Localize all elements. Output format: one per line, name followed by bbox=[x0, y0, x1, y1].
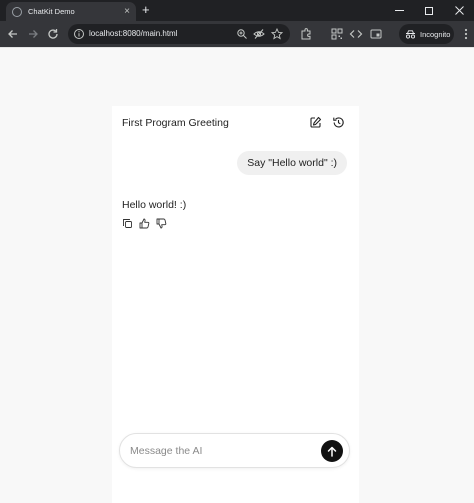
assistant-message-text: Hello world! :) bbox=[122, 199, 187, 211]
user-message: Say "Hello world" :) bbox=[237, 151, 347, 175]
tab-close-icon[interactable]: × bbox=[124, 6, 130, 17]
close-window-button[interactable] bbox=[444, 0, 474, 21]
send-button[interactable] bbox=[321, 440, 343, 462]
thumbs-up-icon[interactable] bbox=[139, 218, 150, 229]
browser-tab[interactable]: ChatKit Demo × bbox=[6, 2, 136, 21]
compose-icon[interactable] bbox=[309, 116, 322, 129]
browser-tab-strip: ChatKit Demo × + bbox=[0, 0, 474, 21]
url-text: localhost:8080/main.html bbox=[89, 29, 178, 38]
message-actions bbox=[122, 218, 167, 229]
page-viewport: First Program Greeting Say "Hello world"… bbox=[0, 47, 474, 503]
code-brackets-icon[interactable] bbox=[349, 27, 363, 41]
eye-off-icon[interactable] bbox=[253, 28, 265, 40]
browser-toolbar: localhost:8080/main.html Incognito bbox=[0, 21, 474, 47]
site-info-icon[interactable] bbox=[73, 28, 85, 40]
more-menu-icon[interactable] bbox=[462, 27, 470, 41]
back-arrow-icon[interactable] bbox=[6, 27, 20, 41]
message-input[interactable] bbox=[130, 441, 310, 461]
message-composer bbox=[119, 433, 350, 468]
maximize-icon bbox=[425, 6, 433, 15]
globe-icon bbox=[12, 6, 22, 17]
tab-title: ChatKit Demo bbox=[28, 7, 75, 16]
maximize-button[interactable] bbox=[414, 0, 444, 21]
bookmark-star-icon[interactable] bbox=[271, 28, 283, 40]
cast-icon[interactable] bbox=[369, 27, 383, 41]
address-bar[interactable]: localhost:8080/main.html bbox=[68, 24, 290, 44]
zoom-icon[interactable] bbox=[236, 28, 248, 40]
forward-arrow-icon[interactable] bbox=[26, 27, 40, 41]
reload-icon[interactable] bbox=[46, 27, 60, 41]
incognito-badge[interactable]: Incognito bbox=[399, 24, 454, 44]
copy-icon[interactable] bbox=[122, 218, 133, 229]
minimize-icon bbox=[394, 10, 404, 11]
qr-code-icon[interactable] bbox=[330, 27, 344, 41]
thumbs-down-icon[interactable] bbox=[156, 218, 167, 229]
extensions-icon[interactable] bbox=[299, 27, 313, 41]
close-icon bbox=[454, 6, 464, 15]
minimize-button[interactable] bbox=[384, 0, 414, 21]
incognito-icon bbox=[405, 29, 416, 39]
assistant-message: Hello world! :) bbox=[122, 199, 186, 211]
arrow-up-icon bbox=[327, 446, 337, 457]
window-controls bbox=[384, 0, 474, 21]
chat-panel: First Program Greeting Say "Hello world"… bbox=[112, 106, 359, 503]
user-message-text: Say "Hello world" :) bbox=[247, 157, 337, 169]
new-tab-button[interactable]: + bbox=[142, 2, 150, 18]
chat-title: First Program Greeting bbox=[122, 117, 229, 129]
incognito-label: Incognito bbox=[420, 29, 451, 39]
history-icon[interactable] bbox=[332, 116, 345, 129]
